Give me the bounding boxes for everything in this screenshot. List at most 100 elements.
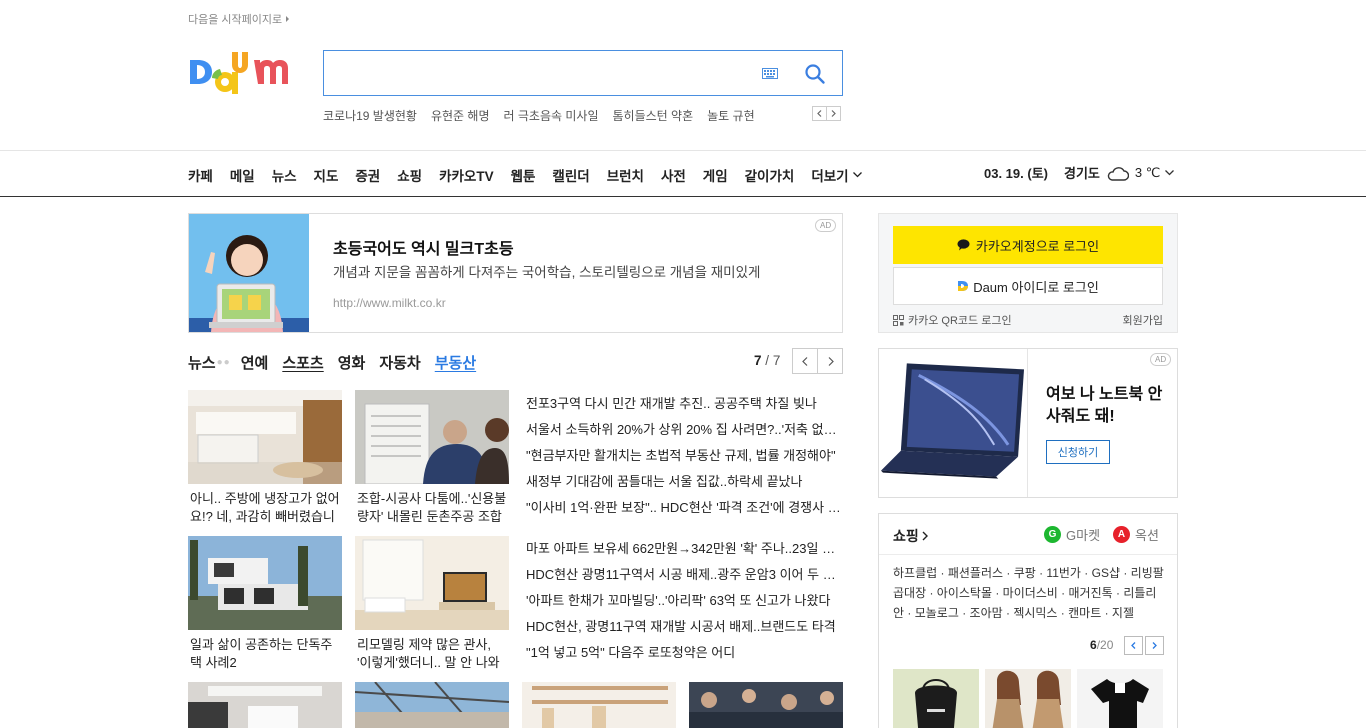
news-card[interactable]: 일과 삶이 공존하는 단독주택 사례2: [188, 536, 342, 672]
laptop-ad-copy[interactable]: 여보 나 노트북 안 사줘도 돼!: [1046, 384, 1166, 428]
headline-item[interactable]: "이사비 1억·완판 보장".. HDC현산 '파격 조건'에 경쟁사 긴장: [526, 495, 844, 521]
news-thumbnail[interactable]: [689, 682, 843, 728]
weather-region: 경기도: [1064, 166, 1100, 181]
chevron-down-icon: [852, 172, 862, 178]
daum-logo[interactable]: [188, 48, 306, 100]
tab-news[interactable]: 뉴스: [188, 352, 216, 373]
tab-entertainment[interactable]: 연예: [241, 352, 269, 373]
nav-item-shopping[interactable]: 쇼핑: [397, 165, 422, 185]
ad-title[interactable]: 초등국어도 역시 밀크T초등: [333, 235, 514, 259]
nav-item-mail[interactable]: 메일: [230, 165, 255, 185]
daum-d-icon: [958, 281, 969, 291]
headline-item[interactable]: "1억 넣고 5억" 다음주 로또청약은 어디: [526, 640, 844, 666]
ad-badge: AD: [1150, 353, 1172, 366]
gmarket-link[interactable]: G G마켓: [1044, 525, 1100, 544]
nav-item-together[interactable]: 같이가치: [745, 165, 795, 185]
rising-keyword[interactable]: 놀토 규현: [707, 107, 755, 124]
chevron-right-icon: [922, 531, 928, 541]
chevron-right-icon: [1152, 642, 1157, 649]
news-thumbnail[interactable]: [188, 682, 342, 728]
tab-sports[interactable]: 스포츠: [282, 352, 323, 373]
qr-login-link[interactable]: 카카오 QR코드 로그인: [893, 312, 1012, 328]
shopping-title-link[interactable]: 쇼핑: [893, 526, 928, 546]
weather-widget[interactable]: 03. 19. (토) 경기도 3 ℃: [984, 163, 1175, 182]
headline-item[interactable]: 서울서 소득하위 20%가 상위 20% 집 사려면?..'저축 없이 30년': [526, 417, 844, 443]
kakao-login-button[interactable]: 카카오계정으로 로그인: [893, 226, 1163, 264]
nav-item-game[interactable]: 게임: [703, 165, 728, 185]
search-icon[interactable]: [804, 63, 826, 85]
news-page-total: 7: [772, 353, 781, 368]
rising-keyword[interactable]: 러 극초음속 미사일: [504, 107, 599, 124]
daum-login-button[interactable]: Daum 아이디로 로그인: [893, 267, 1163, 305]
qr-login-label: 카카오 QR코드 로그인: [908, 315, 1012, 327]
signup-link[interactable]: 회원가입: [1123, 312, 1163, 328]
next-keyword-button[interactable]: [826, 106, 841, 121]
auction-link[interactable]: A 옥션: [1113, 525, 1159, 544]
nav-item-dictionary[interactable]: 사전: [661, 165, 686, 185]
rising-keyword[interactable]: 톰히들스턴 약혼: [613, 107, 694, 124]
rising-keyword[interactable]: 유현준 해명: [431, 107, 490, 124]
news-card-caption[interactable]: 아니.. 주방에 냉장고가 없어요!? 네, 과감히 빼버렸습니다: [188, 490, 342, 526]
keyboard-icon[interactable]: [762, 68, 778, 79]
news-card[interactable]: 리모델링 제약 많은 관사, '이렇게'했더니.. 말 안 나와: [355, 536, 509, 672]
global-nav: 카페 메일 뉴스 지도 증권 쇼핑 카카오TV 웹툰 캘린더 브런치 사전 게임…: [0, 150, 1366, 197]
tab-realestate[interactable]: 부동산: [435, 352, 476, 373]
nav-more-button[interactable]: 더보기: [811, 165, 862, 185]
shopping-next-button[interactable]: [1145, 636, 1164, 655]
nav-item-map[interactable]: 지도: [314, 165, 339, 185]
ad-banner[interactable]: 초등국어도 역시 밀크T초등 개념과 지문을 꼼꼼하게 다져주는 국어학습, 스…: [188, 213, 843, 333]
nav-more-label: 더보기: [811, 169, 849, 184]
headline-item[interactable]: 전포3구역 다시 민간 재개발 추진.. 공공주택 차질 빚나: [526, 391, 844, 417]
tab-auto[interactable]: 자동차: [379, 352, 420, 373]
product-thumbnail[interactable]: [893, 669, 979, 728]
laptop-ad-apply-button[interactable]: 신청하기: [1046, 440, 1110, 464]
news-thumbnail: [355, 536, 509, 630]
chevron-down-icon: [1165, 169, 1175, 175]
news-page-nav: [792, 348, 843, 374]
nav-item-webtoon[interactable]: 웹툰: [511, 165, 536, 185]
headline-item[interactable]: 마포 아파트 보유세 662만원→342만원 '확' 주나..23일 공시가 발…: [526, 536, 844, 562]
news-tab-bar: 뉴스 ●● 연예 스포츠 영화 자동차 부동산: [188, 352, 490, 373]
news-card-caption[interactable]: 일과 삶이 공존하는 단독주택 사례2: [188, 636, 342, 672]
nav-item-kakaotv[interactable]: 카카오TV: [439, 165, 494, 185]
tab-movie[interactable]: 영화: [338, 352, 366, 373]
nav-item-stock[interactable]: 증권: [355, 165, 380, 185]
product-thumbnail[interactable]: [1077, 669, 1163, 728]
ad-url[interactable]: http://www.milkt.co.kr: [333, 296, 446, 310]
headline-item[interactable]: '아파트 한채가 꼬마빌딩'..'아리팍' 63억 또 신고가 나왔다: [526, 588, 844, 614]
qr-code-icon: [893, 314, 904, 326]
news-card[interactable]: 아니.. 주방에 냉장고가 없어요!? 네, 과감히 빼버렸습니다: [188, 390, 342, 526]
headline-item[interactable]: 새정부 기대감에 꿈틀대는 서울 집값..하락세 끝났나: [526, 469, 844, 495]
kakao-talk-icon: [957, 239, 970, 251]
nav-item-cafe[interactable]: 카페: [188, 165, 213, 185]
product-thumbnail[interactable]: [985, 669, 1071, 728]
news-prev-button[interactable]: [792, 348, 818, 374]
ad-description[interactable]: 개념과 지문을 꼼꼼하게 다져주는 국어학습, 스토리텔링으로 개념을 재미있게: [333, 261, 813, 281]
rising-keyword[interactable]: 코로나19 발생현황: [323, 107, 417, 124]
nav-item-calendar[interactable]: 캘린더: [552, 165, 589, 185]
shopping-prev-button[interactable]: [1124, 636, 1143, 655]
headline-item[interactable]: "현금부자만 활개치는 초법적 부동산 규제, 법률 개정해야": [526, 443, 844, 469]
chevron-left-icon: [1131, 642, 1136, 649]
today-date: 03. 19. (토): [984, 166, 1048, 181]
search-input[interactable]: [334, 59, 754, 87]
nav-item-news[interactable]: 뉴스: [272, 165, 297, 185]
cloud-icon: [1107, 166, 1129, 181]
news-thumbnail[interactable]: [355, 682, 509, 728]
headline-item[interactable]: HDC현산, 광명11구역 재개발 시공서 배제..브랜드도 타격: [526, 614, 844, 640]
news-card-caption[interactable]: 조합-시공사 다툼에..'신용불량자' 내몰린 둔촌주공 조합원들: [355, 490, 509, 526]
start-page-link[interactable]: 다음을 시작페이지로: [188, 11, 290, 27]
news-thumbnail[interactable]: [522, 682, 676, 728]
nav-item-brunch[interactable]: 브런치: [607, 165, 644, 185]
start-page-label[interactable]: 다음을 시작페이지로: [188, 11, 282, 27]
gmarket-label: G마켓: [1066, 528, 1101, 543]
news-next-button[interactable]: [817, 348, 843, 374]
news-card[interactable]: 조합-시공사 다툼에..'신용불량자' 내몰린 둔촌주공 조합원들: [355, 390, 509, 526]
headline-item[interactable]: HDC현산 광명11구역서 시공 배제..광주 운암3 이어 두 번째: [526, 562, 844, 588]
gmarket-icon: G: [1044, 526, 1061, 543]
news-card-caption[interactable]: 리모델링 제약 많은 관사, '이렇게'했더니.. 말 안 나와: [355, 636, 509, 672]
laptop-ad[interactable]: 여보 나 노트북 안 사줘도 돼! 신청하기 AD: [878, 348, 1178, 498]
shopping-mall-links[interactable]: 하프클럽 · 패션플러스 · 쿠팡 · 11번가 · GS샵 · 리빙팔곱대장 …: [893, 563, 1165, 623]
prev-keyword-button[interactable]: [812, 106, 827, 121]
chevron-left-icon: [801, 356, 807, 366]
